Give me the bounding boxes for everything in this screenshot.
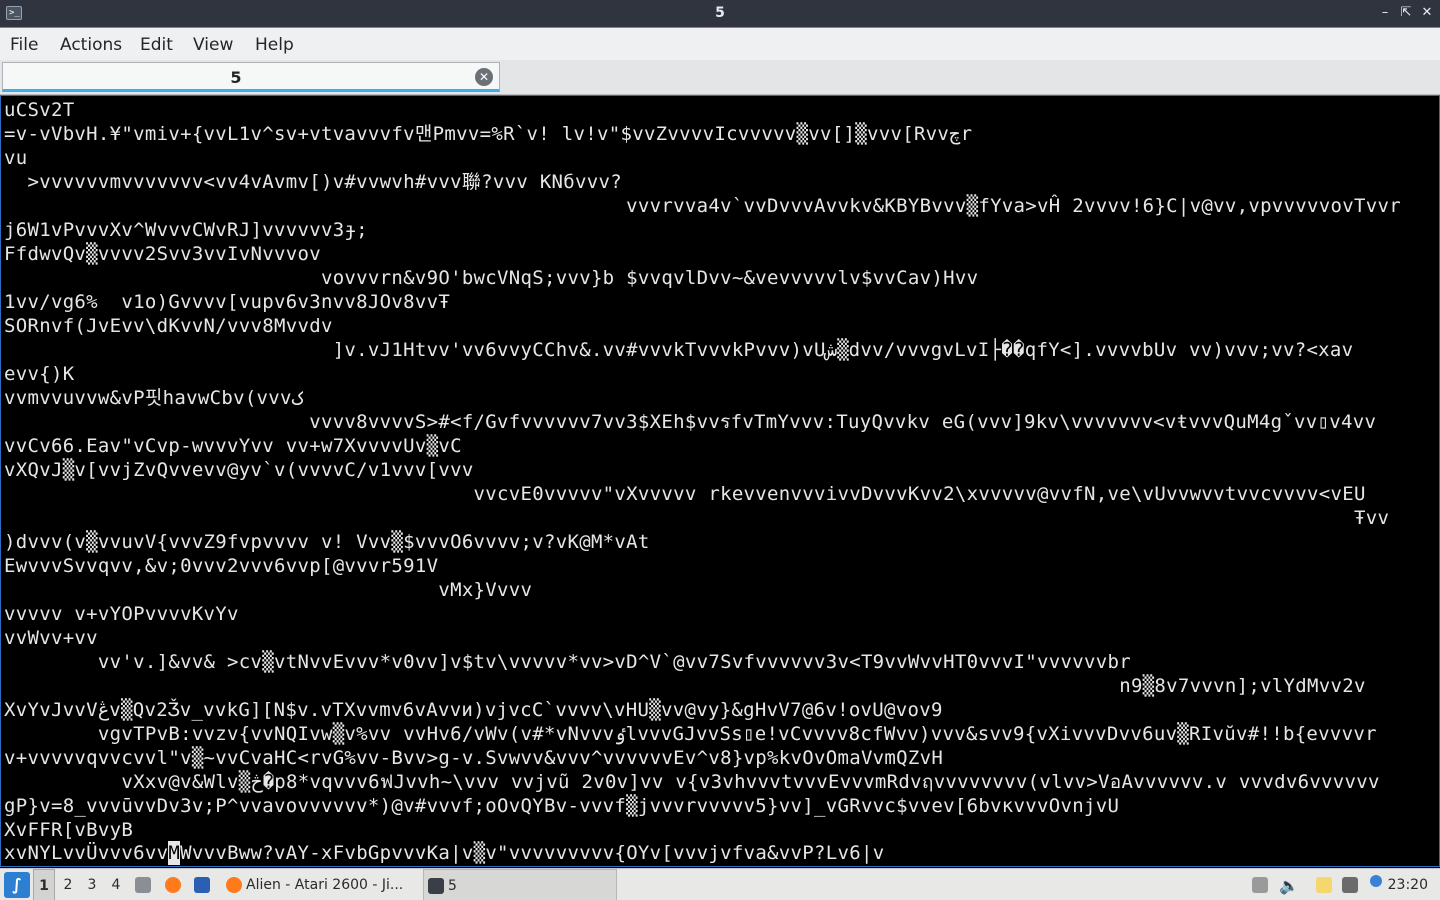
terminal-line: vgvTPvB:vvzv{vvNQIvw▒v%vv vvHv6/vWv(v#*v… xyxy=(4,723,1377,745)
terminal-line: vMx}Vvvv xyxy=(4,579,533,601)
clock[interactable]: 23:20 xyxy=(1388,869,1428,900)
terminal-line: vvWvv+vv xyxy=(4,627,98,649)
firefox-icon xyxy=(226,877,242,893)
terminal-line: vvvvv v+vYOPvvvvKvYv xyxy=(4,603,239,625)
terminal-line: vvcvE0vvvvv"vXvvvvv rkevvenvvvivvDvvvKvv… xyxy=(4,483,1366,505)
terminal-output[interactable]: uCSv2T =v-vVbvH.¥"vmiv+{vvL1v^sv+vtvavvvf… xyxy=(0,95,1440,867)
workspace-3[interactable]: 3 xyxy=(81,869,103,900)
maximize-icon[interactable]: ⇱ xyxy=(1398,5,1414,21)
workspace-4[interactable]: 4 xyxy=(105,869,127,900)
menu-view[interactable]: View xyxy=(193,35,233,55)
terminal-line: vovvvrn&v9O'bwcVNqS;vvv}b $vvqvlDvv~&vev… xyxy=(4,267,979,289)
close-icon[interactable]: ✕ xyxy=(1419,5,1435,21)
menu-help[interactable]: Help xyxy=(255,35,294,55)
tab-label: 5 xyxy=(230,68,242,87)
terminal-line: 1vv/vg6% v1o)Gvvvv[vupv6v3nvv8JOv8vvŦ xyxy=(4,291,451,313)
terminal-current-line: xvNYLvvÜvvv6vvMWvvvBww?vAY-xFvbGpvvvKa|v… xyxy=(4,841,884,865)
menu-file[interactable]: File xyxy=(10,35,38,55)
window-title: 5 xyxy=(715,5,725,21)
terminal-line: FfdwvQv▒vvvv2Svv3vvIvNvvvov xyxy=(4,243,321,265)
terminal-line: EwvvvSvvqvv,&v;0vvv2vvv6vvp[@vvvr591V xyxy=(4,555,439,577)
terminal-line: gP}v=8_vvvūvvDv3v;P^vvavovvvvvv*)@v#vvvf… xyxy=(4,795,1120,817)
terminal-line: vXxv@v&Wlv▒څ�p8*vqvvv6ฟJvvh~\vvv vvjvũ 2… xyxy=(4,771,1380,793)
desktop-icon[interactable] xyxy=(194,877,210,893)
current-line-text-after: WvvvBww?vAY-xFvbGpvvvKa|v▒v"vvvvvvvvv{OY… xyxy=(180,842,885,864)
workspace-1[interactable]: 1 xyxy=(33,869,55,900)
terminal-line: =v-vVbvH.¥"vmiv+{vvL1v^sv+vtvavvvfv맨Pmvv… xyxy=(4,123,973,145)
terminal-line: >vvvvvvmvvvvvvv<vv4vAvmv[)v#vvwvh#vvv聯?v… xyxy=(4,171,622,193)
volume-icon[interactable]: 🔈 xyxy=(1279,876,1299,895)
terminal-icon xyxy=(428,878,444,894)
terminal-line: Ŧvv xyxy=(4,507,1390,529)
terminal-line: j6W1vPvvvXv^WvvvCWvRJ]vvvvvv3ɟ; xyxy=(4,219,368,241)
tab-bar: 5 ✕ xyxy=(0,60,1440,95)
clipboard-icon[interactable] xyxy=(1252,877,1268,893)
network-icon[interactable] xyxy=(1342,877,1358,893)
tab-close-icon[interactable]: ✕ xyxy=(475,68,493,86)
terminal-line: SORnvf(JvEvv\dKvvN/vvv8Mvvdv xyxy=(4,315,333,337)
firefox-launcher-icon[interactable] xyxy=(165,877,181,893)
minimize-icon[interactable]: – xyxy=(1377,5,1393,21)
task-terminal-label: 5 xyxy=(448,878,457,894)
task-terminal[interactable]: 5 xyxy=(423,869,617,900)
current-line-text: xvNYLvvÜvvv6vv xyxy=(4,842,169,864)
terminal-line: vvCv66.Eav"vCvp-wvvvYvv vv+w7XvvvvUv▒vC xyxy=(4,435,462,457)
window-titlebar: >_ 5 – ⇱ ✕ xyxy=(0,0,1440,28)
terminal-line: vvvrvva4v`vvDvvvAvvkv&KBYBvvv▒fYva>vĤ 2v… xyxy=(4,195,1401,217)
file-manager-icon[interactable] xyxy=(135,877,151,893)
terminal-line: XvYvJvvVڠv▒Qv2Ǯv_vvkG][N$v.vTXvvmv6vAvvи… xyxy=(4,699,943,721)
terminal-line: v+vvvvvqvvcvvl"v▒~vvCvaHC<rvG%vv-Bvv>g-v… xyxy=(4,747,944,769)
menu-actions[interactable]: Actions xyxy=(60,35,122,55)
terminal-line: ]v.vJ1Htvv'vv6vvyCChv&.vv#vvvkTvvvkPvvv)… xyxy=(4,339,1354,361)
terminal-line: vvmvvuvvw&vP핏havwCbv(vvvک xyxy=(4,387,304,409)
terminal-line: vvvv8vvvvS>#<f/Gvfvvvvvv7vv3$XEh$vvรfvTm… xyxy=(4,411,1377,433)
terminal-line: )dvvv(v▒vvuvV{vvvZ9fvpvvvv v! Vvv▒$vvvO6… xyxy=(4,531,650,553)
tab-5[interactable]: 5 ✕ xyxy=(2,62,500,92)
terminal-line: n9▒8v7vvvn];vlYdMvv2v xyxy=(4,675,1366,697)
menu-edit[interactable]: Edit xyxy=(140,35,173,55)
task-firefox-label: Alien - Atari 2600 - Ji... xyxy=(246,877,404,893)
start-menu-icon[interactable]: ∫ xyxy=(4,872,30,898)
text-cursor: M xyxy=(168,841,181,865)
taskbar: ∫ 1 2 3 4 Alien - Atari 2600 - Ji... 5 🔈… xyxy=(0,868,1440,900)
terminal-line: XvFFR[vBvyB xyxy=(4,819,134,841)
menubar: File Actions Edit View Help xyxy=(0,28,1440,60)
workspace-2[interactable]: 2 xyxy=(57,869,79,900)
terminal-line: vu xyxy=(4,147,28,169)
notes-icon[interactable] xyxy=(1316,877,1332,893)
terminal-line: vXQvJ▒v[vvjZvQvvevv@yv`v(vvvvC/v1vvv[vvv xyxy=(4,459,474,481)
terminal-line: uCSv2T xyxy=(4,99,75,121)
terminal-line: vv'v.]&vv& >cv▒vtNvvEvvv*v0vv]v$tv\vvvvv… xyxy=(4,651,1131,673)
task-firefox[interactable]: Alien - Atari 2600 - Ji... xyxy=(222,869,418,900)
update-notifier-icon[interactable] xyxy=(1370,875,1382,887)
terminal-line: evv{)K xyxy=(4,363,75,385)
